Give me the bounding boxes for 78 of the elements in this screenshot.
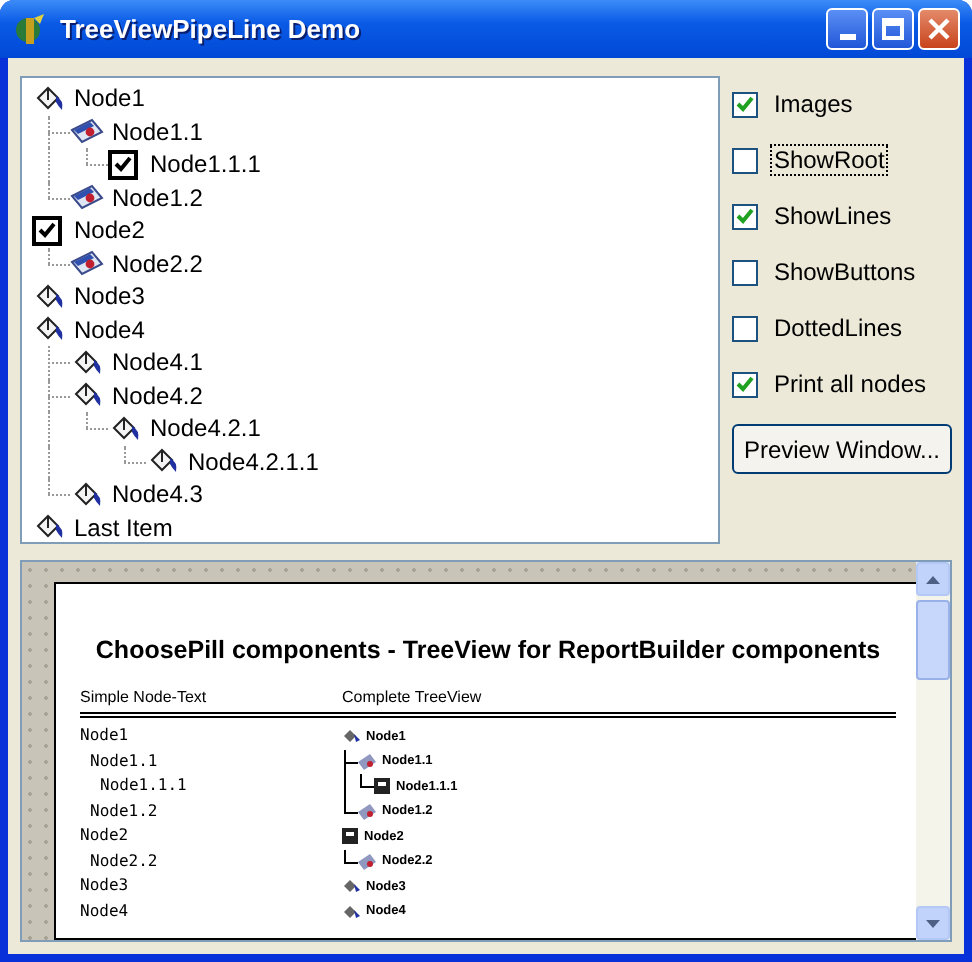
tree-node[interactable]: Node3 — [74, 282, 145, 311]
vertical-scrollbar[interactable] — [916, 562, 950, 940]
checkbox-label[interactable]: Print all nodes — [769, 368, 930, 400]
column-heading: Complete TreeView — [342, 688, 896, 718]
minimize-icon — [839, 34, 855, 40]
scroll-up-button[interactable] — [916, 562, 950, 596]
checkbox-label[interactable]: ShowLines — [769, 200, 896, 232]
paint-bucket-icon — [70, 347, 104, 378]
picture-icon — [70, 182, 104, 213]
picture-icon — [358, 853, 376, 870]
node-text: Node1.1 — [90, 751, 158, 769]
minimize-button[interactable] — [826, 8, 868, 50]
tree-node[interactable]: Node1.1.1 — [150, 150, 261, 179]
maximize-icon — [882, 18, 904, 40]
checkmark-icon — [114, 156, 132, 173]
paint-bucket-icon — [32, 281, 66, 312]
column-heading: Simple Node-Text — [80, 688, 342, 718]
checkbox[interactable] — [731, 147, 758, 173]
checkbox-icon — [374, 778, 390, 795]
picture-icon — [358, 753, 376, 770]
tree-node[interactable]: Node1.2 — [112, 183, 203, 212]
paint-bucket-icon — [32, 83, 66, 114]
close-button[interactable] — [918, 8, 960, 50]
node-text: Node1.1.1 — [100, 776, 187, 794]
node-text: Node3 — [80, 876, 129, 894]
node-text: Node2.2 — [90, 851, 158, 869]
paint-bucket-icon — [146, 446, 180, 477]
paint-bucket-icon — [342, 903, 360, 920]
paint-bucket-icon — [32, 314, 66, 345]
node-text: Node2 — [80, 826, 129, 844]
tree-node[interactable]: Node4 — [74, 315, 145, 344]
checkbox-label[interactable]: DottedLines — [769, 312, 906, 344]
tree-node[interactable]: Node4.3 — [112, 480, 203, 509]
picture-icon — [70, 248, 104, 279]
checkbox-label[interactable]: Images — [769, 88, 857, 120]
tree-node[interactable]: Node1.1 — [112, 117, 203, 146]
paint-bucket-icon — [342, 878, 360, 895]
down-arrow-icon — [926, 919, 940, 927]
tree-node[interactable]: Node4.1 — [112, 348, 203, 377]
paint-bucket-icon — [70, 479, 104, 510]
checkbox[interactable] — [731, 203, 758, 229]
tree-node[interactable]: Node2.2 — [112, 249, 203, 278]
app-icon — [12, 11, 48, 47]
node-text: Node4 — [80, 901, 129, 919]
paint-bucket-icon — [108, 413, 142, 444]
tree-node[interactable]: Node4.2.1 — [150, 414, 261, 443]
preview-window-button[interactable]: Preview Window... — [731, 424, 952, 474]
up-arrow-icon — [926, 575, 940, 583]
checkbox-label[interactable]: ShowButtons — [769, 256, 920, 288]
checkbox[interactable] — [32, 215, 62, 246]
picture-icon — [70, 116, 104, 147]
checkbox-icon — [342, 828, 358, 845]
checkmark-icon — [735, 208, 754, 224]
checkbox[interactable] — [108, 149, 138, 180]
close-icon — [928, 18, 950, 40]
window-title: TreeViewPipeLine Demo — [60, 14, 363, 44]
checkbox-label[interactable]: ShowRoot — [769, 144, 889, 176]
picture-icon — [358, 803, 376, 820]
report-title: ChoosePill components - TreeView for ReportBuilder components — [93, 636, 883, 664]
checkbox[interactable] — [731, 91, 758, 117]
checkbox[interactable] — [731, 315, 758, 341]
checkmark-icon — [735, 96, 754, 112]
tree-node[interactable]: Node4.2 — [112, 381, 203, 410]
node-text: Node1.2 — [90, 801, 158, 819]
checkbox[interactable] — [731, 371, 758, 397]
paint-bucket-icon — [342, 728, 360, 745]
checkmark-icon — [38, 222, 56, 239]
paint-bucket-icon — [70, 380, 104, 411]
tree-node[interactable]: Node1 — [74, 84, 145, 113]
scroll-thumb[interactable] — [916, 600, 950, 680]
checkbox[interactable] — [731, 259, 758, 285]
checkmark-icon — [735, 376, 754, 392]
tree-node[interactable]: Node4.2.1.1 — [188, 447, 319, 476]
scroll-down-button[interactable] — [916, 906, 950, 940]
tree-node[interactable]: Node2 — [74, 216, 145, 245]
node-text: Node1 — [80, 726, 129, 744]
tree-node[interactable]: Last Item — [74, 513, 173, 542]
maximize-button[interactable] — [872, 8, 914, 50]
